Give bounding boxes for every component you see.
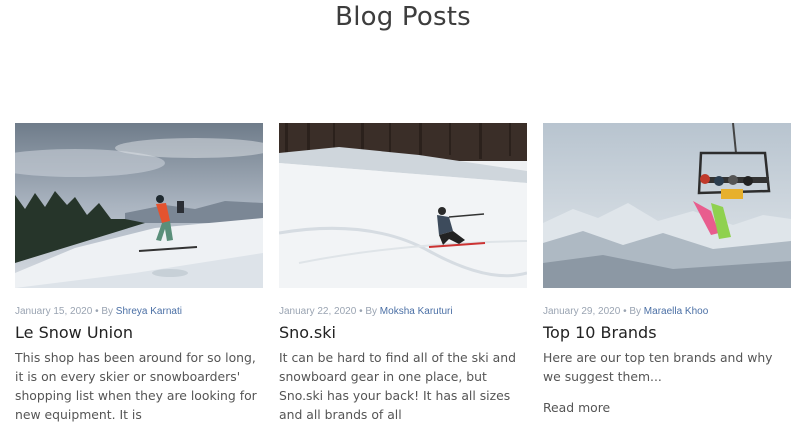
skier-on-slope-image[interactable] (15, 123, 263, 288)
post-date: January 15, 2020 (15, 306, 93, 317)
post-meta: January 22, 2020 • By Moksha Karuturi (279, 306, 527, 317)
post-title-link[interactable]: Top 10 Brands (543, 323, 791, 343)
post-author-link[interactable]: Shreya Karnati (116, 306, 182, 317)
post-by: • By (359, 306, 378, 317)
post-by: • By (95, 306, 114, 317)
blog-card: January 15, 2020 • By Shreya Karnati Le … (15, 123, 263, 424)
read-more-link[interactable]: Read more (543, 400, 610, 415)
post-author-link[interactable]: Moksha Karuturi (380, 306, 453, 317)
chairlift-image[interactable] (543, 123, 791, 288)
post-excerpt: It can be hard to find all of the ski an… (279, 350, 516, 422)
post-title-link[interactable]: Le Snow Union (15, 323, 263, 343)
post-by: • By (623, 306, 642, 317)
blog-card: January 22, 2020 • By Moksha Karuturi Sn… (279, 123, 527, 424)
post-excerpt: This shop has been around for so long, i… (15, 350, 257, 422)
post-title-link[interactable]: Sno.ski (279, 323, 527, 343)
skier-carving-image[interactable] (279, 123, 527, 288)
blog-card: January 29, 2020 • By Maraella Khoo Top … (543, 123, 791, 417)
page-title: Blog Posts (335, 2, 471, 32)
post-date: January 29, 2020 (543, 306, 621, 317)
post-date: January 22, 2020 (279, 306, 357, 317)
post-author-link[interactable]: Maraella Khoo (644, 306, 708, 317)
post-meta: January 29, 2020 • By Maraella Khoo (543, 306, 791, 317)
post-excerpt: Here are our top ten brands and why we s… (543, 350, 773, 384)
post-meta: January 15, 2020 • By Shreya Karnati (15, 306, 263, 317)
